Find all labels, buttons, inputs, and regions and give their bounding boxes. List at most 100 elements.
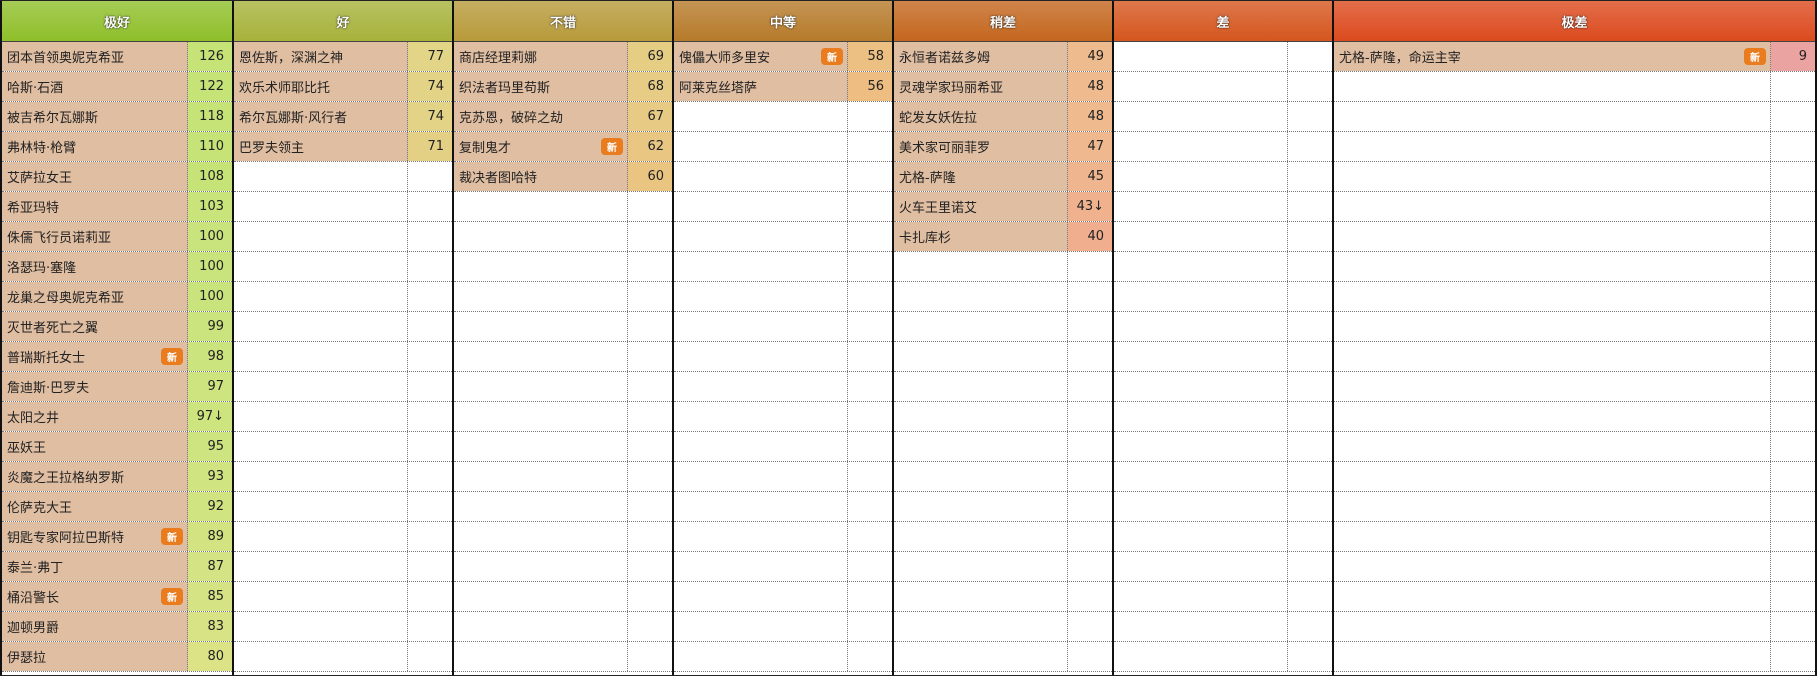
entry-score [1288, 372, 1332, 401]
entry-score: 85 [188, 582, 232, 611]
entry-name-cell [234, 612, 408, 641]
entry-name-cell [234, 162, 408, 191]
entry-name-cell [1114, 252, 1288, 281]
entry-score [1288, 222, 1332, 251]
entry-score [1771, 402, 1815, 431]
entry-name-cell [674, 552, 848, 581]
empty-slot [674, 252, 892, 282]
entry-name-cell [234, 222, 408, 251]
tier-entry[interactable]: 克苏恩，破碎之劫 67 [454, 102, 672, 132]
tier-entry[interactable]: 恩佐斯，深渊之神 77 [234, 42, 452, 72]
tier-entry[interactable]: 太阳之井 97↓ [2, 402, 232, 432]
tier-entry[interactable]: 龙巢之母奥妮克希亚 100 [2, 282, 232, 312]
tier-entry[interactable]: 侏儒飞行员诺莉亚 100 [2, 222, 232, 252]
entry-name: 伊瑟拉 [7, 651, 47, 666]
tier-entry[interactable]: 灭世者死亡之翼 99 [2, 312, 232, 342]
entry-score [1068, 342, 1112, 371]
tier-entry[interactable]: 洛瑟玛·塞隆 100 [2, 252, 232, 282]
entry-name-cell [1114, 552, 1288, 581]
empty-slot [674, 612, 892, 642]
tier-entry[interactable]: 泰兰·弗丁 87 [2, 552, 232, 582]
tier-entry[interactable]: 詹迪斯·巴罗夫 97 [2, 372, 232, 402]
tier-entry[interactable]: 希尔瓦娜斯·风行者 74 [234, 102, 452, 132]
entry-score: 122 [188, 72, 232, 101]
entry-score [628, 372, 672, 401]
tier-entry[interactable]: 普瑞斯托女士 新 98 [2, 342, 232, 372]
entry-name-cell [454, 642, 628, 671]
tier-entry[interactable]: 桶沿警长 新 85 [2, 582, 232, 612]
entry-name-cell [1334, 372, 1771, 401]
empty-slot [894, 342, 1112, 372]
entry-score [628, 282, 672, 311]
tier-entry[interactable]: 巴罗夫领主 71 [234, 132, 452, 162]
entry-name: 钥匙专家阿拉巴斯特 [7, 531, 125, 546]
tier-entry[interactable]: 裁决者图哈特 60 [454, 162, 672, 192]
empty-slot [234, 492, 452, 522]
empty-slot [1114, 312, 1332, 342]
tier-entry[interactable]: 尤格-萨隆 45 [894, 162, 1112, 192]
entry-name-cell: 伦萨克大王 [2, 492, 188, 521]
entry-score: 43↓ [1068, 192, 1112, 221]
tier-entry[interactable]: 蛇发女妖佐拉 48 [894, 102, 1112, 132]
empty-slot [1334, 492, 1815, 522]
tier-entry[interactable]: 伊瑟拉 80 [2, 642, 232, 672]
entry-score: 110 [188, 132, 232, 161]
tier-entry[interactable]: 伦萨克大王 92 [2, 492, 232, 522]
entry-score [1771, 462, 1815, 491]
tier-entry[interactable]: 艾萨拉女王 108 [2, 162, 232, 192]
tier-entry[interactable]: 卡扎库杉 40 [894, 222, 1112, 252]
entry-score [848, 132, 892, 161]
tier-entry[interactable]: 商店经理莉娜 69 [454, 42, 672, 72]
entry-name-cell [1334, 192, 1771, 221]
tier-entry[interactable]: 阿莱克丝塔萨 56 [674, 72, 892, 102]
entry-score: 71 [408, 132, 452, 161]
entry-score [1068, 552, 1112, 581]
tier-entry[interactable]: 哈斯·石酒 122 [2, 72, 232, 102]
tier-rows [1114, 42, 1332, 672]
entry-score [848, 312, 892, 341]
tier-entry[interactable]: 美术家可丽菲罗 47 [894, 132, 1112, 162]
entry-name-cell [1114, 432, 1288, 461]
tier-header: 极好 [2, 1, 232, 42]
tier-entry[interactable]: 钥匙专家阿拉巴斯特 新 89 [2, 522, 232, 552]
entry-name-cell: 希亚玛特 [2, 192, 188, 221]
entry-name-cell [894, 552, 1068, 581]
tier-entry[interactable]: 织法者玛里苟斯 68 [454, 72, 672, 102]
tier-entry[interactable]: 欢乐术师耶比托 74 [234, 72, 452, 102]
tier-entry[interactable]: 弗林特·枪臂 110 [2, 132, 232, 162]
empty-slot [1114, 42, 1332, 72]
entry-name-cell [674, 252, 848, 281]
entry-score [628, 522, 672, 551]
entry-score [1288, 342, 1332, 371]
tier-entry[interactable]: 团本首领奥妮克希亚 126 [2, 42, 232, 72]
entry-name-cell [1334, 342, 1771, 371]
entry-name-cell [894, 612, 1068, 641]
tier-entry[interactable]: 希亚玛特 103 [2, 192, 232, 222]
entry-score: 68 [628, 72, 672, 101]
entry-name: 被吉希尔瓦娜斯 [7, 111, 99, 126]
entry-score [848, 402, 892, 431]
entry-name-cell [674, 162, 848, 191]
tier-entry[interactable]: 尤格-萨隆，命运主宰 新 9 [1334, 42, 1815, 72]
tier-entry[interactable]: 炎魔之王拉格纳罗斯 93 [2, 462, 232, 492]
entry-name-cell [674, 522, 848, 551]
tier-entry[interactable]: 永恒者诺兹多姆 49 [894, 42, 1112, 72]
tier-entry[interactable]: 巫妖王 95 [2, 432, 232, 462]
empty-slot [1114, 162, 1332, 192]
entry-name: 尤格-萨隆，命运主宰 [1339, 51, 1461, 66]
entry-score: 77 [408, 42, 452, 71]
entry-name-cell [234, 312, 408, 341]
tier-entry[interactable]: 傀儡大师多里安 新 58 [674, 42, 892, 72]
entry-name-cell: 巴罗夫领主 [234, 132, 408, 161]
tier-entry[interactable]: 灵魂学家玛丽希亚 48 [894, 72, 1112, 102]
entry-name-cell: 洛瑟玛·塞隆 [2, 252, 188, 281]
tier-entry[interactable]: 复制鬼才 新 62 [454, 132, 672, 162]
tier-entry[interactable]: 被吉希尔瓦娜斯 118 [2, 102, 232, 132]
tier-entry[interactable]: 火车王里诺艾 43↓ [894, 192, 1112, 222]
entry-score: 98 [188, 342, 232, 371]
tier-entry[interactable]: 迦顿男爵 83 [2, 612, 232, 642]
entry-score [1288, 522, 1332, 551]
entry-score [1771, 252, 1815, 281]
entry-score [848, 102, 892, 131]
empty-slot [894, 612, 1112, 642]
